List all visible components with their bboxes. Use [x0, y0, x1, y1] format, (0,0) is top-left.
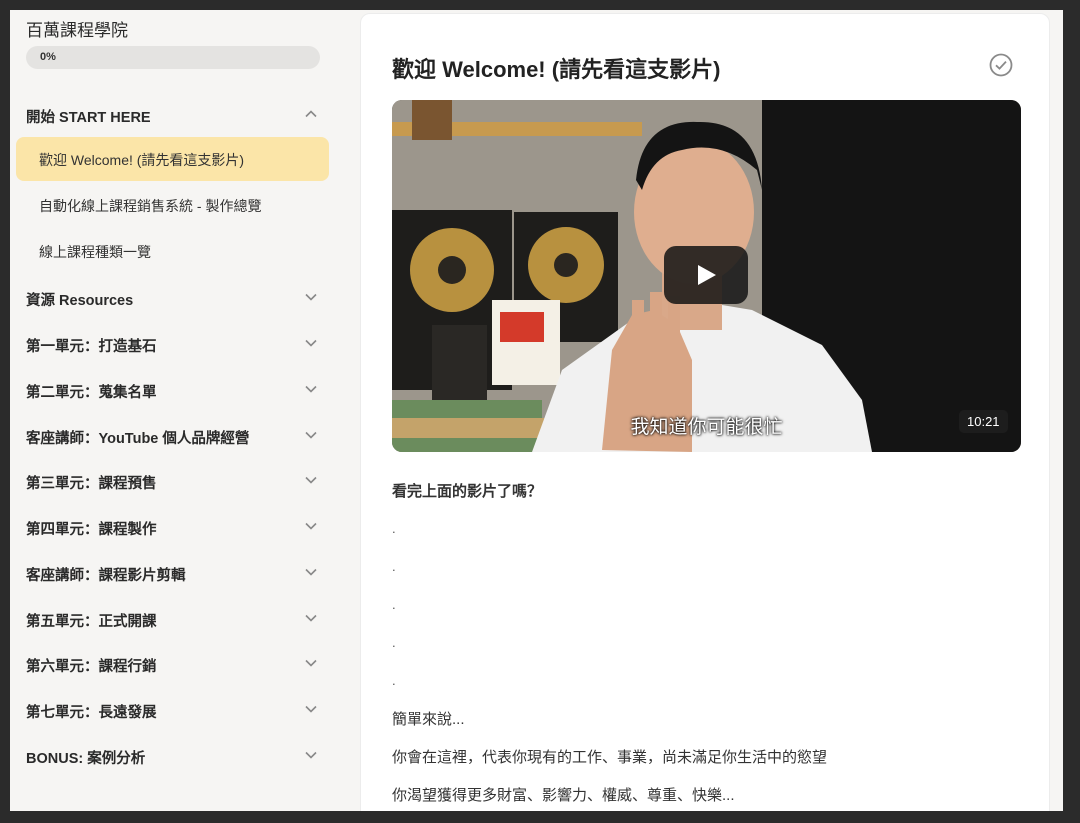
paragraph: .: [392, 673, 396, 688]
paragraph: 你會在這裡，代表你現有的工作、事業，尚未滿足你生活中的慾望: [392, 749, 828, 766]
video-player[interactable]: 我知道你可能很忙 10:21: [392, 100, 1021, 452]
section-title: 客座講師：課程影片剪輯: [26, 568, 186, 584]
section-unit-5[interactable]: 第五單元：正式開課: [10, 598, 340, 638]
section-unit-7[interactable]: 第七單元：長遠發展: [10, 689, 340, 729]
lesson-item-course-types[interactable]: 線上課程種類一覽: [16, 229, 329, 273]
section-title: 第六單元：課程行銷: [26, 659, 157, 675]
play-button[interactable]: [664, 246, 748, 304]
section-title: 第三單元：課程預售: [26, 476, 157, 492]
lesson-title: 歡迎 Welcome! (請先看這支影片): [392, 57, 721, 82]
video-duration: 10:21: [959, 410, 1008, 433]
section-title: BONUS: 案例分析: [26, 751, 146, 767]
chevron-down-icon: [303, 335, 319, 351]
paragraph: 簡單來說...: [392, 711, 465, 728]
section-title: 第五單元：正式開課: [26, 614, 157, 630]
paragraph: .: [392, 559, 396, 574]
course-sidebar: 百萬課程學院 0% 開始 START HERE 歡迎 Welcome! (請先看…: [10, 10, 360, 811]
section-title: 第二單元：蒐集名單: [26, 385, 157, 401]
lesson-content: 歡迎 Welcome! (請先看這支影片) 我知道你可能很忙 10:21 看完上…: [360, 13, 1050, 811]
chevron-down-icon: [303, 289, 319, 305]
app-frame: 百萬課程學院 0% 開始 START HERE 歡迎 Welcome! (請先看…: [10, 10, 1063, 811]
chevron-down-icon: [303, 472, 319, 488]
section-resources[interactable]: 資源 Resources: [10, 277, 340, 317]
chevron-down-icon: [303, 381, 319, 397]
lesson-item-overview[interactable]: 自動化線上課程銷售系統 - 製作總覽: [16, 183, 329, 227]
chevron-down-icon: [303, 701, 319, 717]
chevron-up-icon: [303, 106, 319, 122]
section-title: 客座講師：YouTube 個人品牌經營: [26, 431, 250, 447]
chevron-down-icon: [303, 655, 319, 671]
paragraph: .: [392, 521, 396, 536]
section-unit-3[interactable]: 第三單元：課程預售: [10, 460, 340, 500]
paragraph: .: [392, 635, 396, 650]
section-title: 第四單元：課程製作: [26, 522, 157, 538]
progress-label: 0%: [40, 51, 56, 63]
chevron-down-icon: [303, 564, 319, 580]
paragraph: 你渴望獲得更多財富、影響力、權威、尊重、快樂...: [392, 787, 735, 804]
chevron-down-icon: [303, 747, 319, 763]
school-title: 百萬課程學院: [26, 21, 128, 40]
check-circle-icon[interactable]: [988, 52, 1014, 78]
paragraph: .: [392, 597, 396, 612]
section-guest-editing[interactable]: 客座講師：課程影片剪輯: [10, 552, 340, 592]
section-title: 第七單元：長遠發展: [26, 705, 157, 721]
section-bonus[interactable]: BONUS: 案例分析: [10, 735, 340, 775]
lesson-label: 線上課程種類一覽: [39, 244, 151, 260]
section-unit-1[interactable]: 第一單元：打造基石: [10, 323, 340, 363]
chevron-down-icon: [303, 610, 319, 626]
section-title: 開始 START HERE: [26, 110, 151, 126]
section-unit-2[interactable]: 第二單元：蒐集名單: [10, 369, 340, 409]
paragraph: 看完上面的影片了嗎？: [392, 483, 543, 500]
course-progress-bar: 0%: [26, 46, 320, 69]
section-unit-4[interactable]: 第四單元：課程製作: [10, 506, 340, 546]
section-title: 第一單元：打造基石: [26, 339, 157, 355]
chevron-down-icon: [303, 518, 319, 534]
lesson-label: 歡迎 Welcome! (請先看這支影片): [39, 152, 245, 168]
lesson-label: 自動化線上課程銷售系統 - 製作總覽: [39, 198, 262, 214]
video-subtitle: 我知道你可能很忙: [630, 417, 783, 438]
section-start-here[interactable]: 開始 START HERE: [10, 94, 340, 134]
chevron-down-icon: [303, 427, 319, 443]
section-unit-6[interactable]: 第六單元：課程行銷: [10, 643, 340, 683]
section-title: 資源 Resources: [26, 293, 134, 309]
lesson-item-welcome[interactable]: 歡迎 Welcome! (請先看這支影片): [16, 137, 329, 181]
play-icon: [698, 265, 716, 285]
section-guest-youtube[interactable]: 客座講師：YouTube 個人品牌經營: [10, 415, 340, 455]
